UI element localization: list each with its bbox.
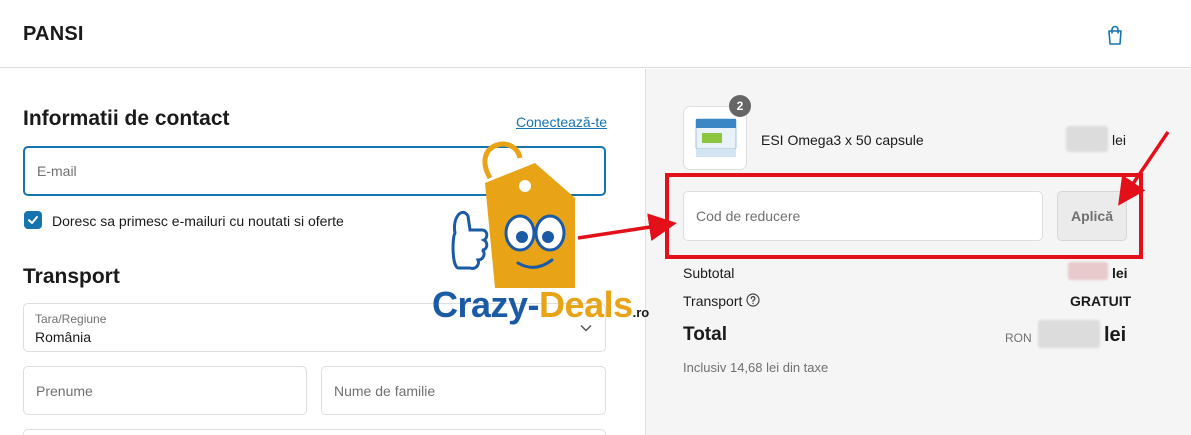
login-link[interactable]: Conectează-te [516, 114, 607, 130]
newsletter-checkbox[interactable] [24, 211, 42, 229]
country-field-label: Tara/Regiune [35, 312, 107, 326]
logo-part-crazy: Crazy- [432, 284, 540, 325]
header: PANSI [0, 0, 1191, 68]
total-label: Total [683, 324, 727, 345]
product-name: ESI Omega3 x 50 capsule [761, 132, 924, 148]
total-currency: RON [1005, 331, 1032, 345]
total-unit: lei [1104, 324, 1127, 346]
first-name-input[interactable] [23, 366, 307, 415]
store-brand[interactable]: PANSI [23, 23, 84, 46]
subtotal-unit: lei [1112, 265, 1128, 281]
subtotal-redacted [1068, 262, 1108, 280]
country-value: România [35, 329, 92, 345]
crazy-deals-logo: Crazy-Deals.ro [432, 284, 649, 326]
help-circle-icon[interactable] [746, 293, 760, 307]
logo-part-deals: Deals [539, 284, 633, 325]
shipping-value: GRATUIT [1070, 293, 1132, 309]
last-name-input[interactable] [321, 366, 606, 415]
address-input[interactable] [23, 429, 606, 435]
discount-code-input[interactable] [683, 191, 1043, 241]
product-price-unit: lei [1112, 132, 1127, 148]
shipping-label: Transport [683, 293, 743, 309]
transport-heading: Transport [23, 265, 120, 288]
newsletter-label: Doresc sa primesc e-mailuri cu noutati s… [52, 213, 344, 229]
apply-discount-button[interactable]: Aplică [1057, 191, 1127, 241]
quantity-badge: 2 [729, 95, 751, 117]
subtotal-label: Subtotal [683, 265, 735, 281]
checkmark-icon [28, 216, 38, 224]
total-redacted [1038, 320, 1100, 348]
logo-tld: .ro [632, 305, 650, 320]
price-redacted [1066, 126, 1108, 152]
tax-note: Inclusiv 14,68 lei din taxe [683, 360, 829, 375]
shopping-bag-icon[interactable] [1104, 24, 1126, 46]
contact-heading: Informatii de contact [23, 107, 230, 130]
